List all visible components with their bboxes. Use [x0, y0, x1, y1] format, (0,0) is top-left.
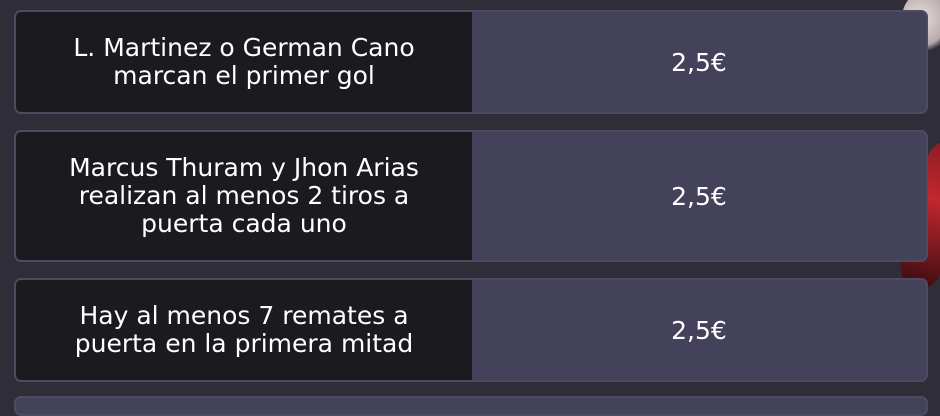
bet-option-partial[interactable]: [14, 396, 928, 416]
bet-description: Marcus Thuram y Jhon Arias realizan al m…: [16, 132, 472, 260]
bet-odds: 2,5€: [671, 47, 727, 77]
bet-description: Hay al menos 7 remates a puerta en la pr…: [16, 280, 472, 380]
bet-odds: 2,5€: [671, 315, 727, 345]
bet-odds: 2,5€: [671, 181, 727, 211]
bet-option[interactable]: L. Martinez o German Cano marcan el prim…: [14, 10, 928, 114]
bet-option[interactable]: Hay al menos 7 remates a puerta en la pr…: [14, 278, 928, 382]
bet-description: L. Martinez o German Cano marcan el prim…: [16, 12, 472, 112]
bet-option[interactable]: Marcus Thuram y Jhon Arias realizan al m…: [14, 130, 928, 262]
bet-list: L. Martinez o German Cano marcan el prim…: [14, 0, 928, 416]
